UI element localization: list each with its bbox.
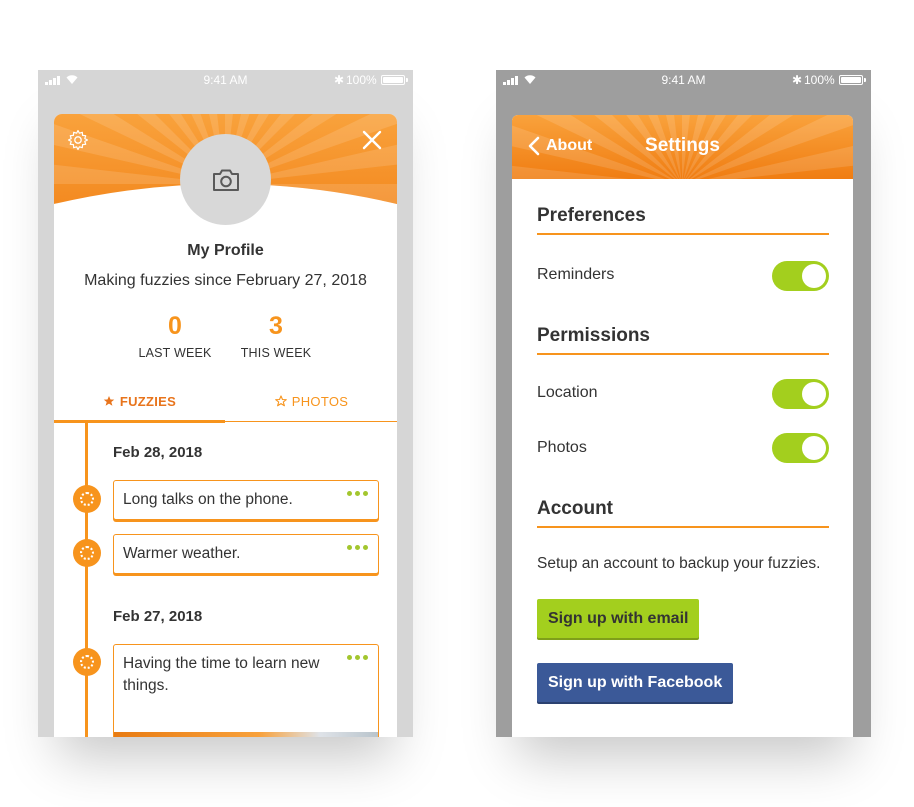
profile-title: My Profile — [187, 242, 264, 259]
tab-label: PHOTOS — [291, 393, 349, 409]
page-title: Settings — [645, 135, 720, 156]
gear-icon[interactable] — [66, 128, 90, 152]
fuzzy-entry[interactable]: Long talks on the phone. — [113, 480, 379, 520]
more-icon[interactable] — [347, 655, 368, 660]
entry-photo[interactable] — [114, 732, 378, 737]
stat-this-week: 3 THIS WEEK — [221, 310, 331, 360]
sun-icon — [73, 485, 101, 513]
photos-toggle[interactable] — [772, 433, 829, 463]
stat-value: 3 — [269, 312, 283, 340]
setting-label-location: Location — [537, 384, 598, 401]
profile-since: Making fuzzies since February 27, 2018 — [84, 272, 367, 289]
more-icon[interactable] — [347, 545, 368, 550]
settings-navbar: About Settings — [512, 115, 853, 179]
stat-label: THIS WEEK — [240, 346, 312, 360]
sun-icon — [73, 648, 101, 676]
avatar[interactable] — [180, 134, 271, 225]
star-outline-icon — [274, 395, 287, 407]
setting-label-reminders: Reminders — [537, 266, 615, 283]
settings-screen: 9:41 AM ✱ 100% About Settings Preference… — [496, 70, 871, 737]
battery-tip — [406, 78, 408, 82]
more-icon[interactable] — [347, 491, 368, 496]
stat-label: LAST WEEK — [138, 346, 212, 360]
stat-value: 0 — [168, 312, 182, 340]
sign-up-facebook-button[interactable]: Sign up with Facebook — [537, 663, 734, 702]
timeline-date: Feb 28, 2018 — [113, 444, 203, 461]
tab-photos[interactable]: PHOTOS — [226, 380, 397, 422]
battery-percent: 100% — [346, 73, 377, 87]
timeline-date: Feb 27, 2018 — [113, 608, 203, 625]
camera-icon — [212, 169, 239, 191]
entry-text: Long talks on the phone. — [123, 491, 293, 508]
timeline-line — [85, 422, 88, 737]
account-description: Setup an account to backup your fuzzies. — [537, 555, 821, 572]
battery-icon — [839, 75, 863, 85]
reminders-toggle[interactable] — [772, 261, 829, 291]
entry-text: Having the time to learn new things. — [123, 655, 320, 694]
tab-label: FUZZIES — [119, 393, 177, 409]
battery-tip — [864, 78, 866, 82]
tab-fuzzies[interactable]: FUZZIES — [54, 380, 225, 423]
settings-panel: About Settings Preferences Reminders Per… — [512, 115, 853, 737]
status-bar: 9:41 AM ✱ 100% — [496, 70, 871, 90]
battery-icon — [381, 75, 405, 85]
fuzzy-entry[interactable]: Warmer weather. — [113, 534, 379, 574]
section-title-preferences: Preferences — [537, 205, 829, 235]
sign-up-email-button[interactable]: Sign up with email — [537, 599, 700, 638]
profile-screen: 9:41 AM ✱ 100% My Profile Making fuzzies… — [38, 70, 413, 737]
section-title-account: Account — [537, 498, 829, 528]
setting-label-photos: Photos — [537, 439, 587, 456]
sun-icon — [73, 539, 101, 567]
profile-tabs: FUZZIES PHOTOS — [54, 380, 397, 423]
section-title-permissions: Permissions — [537, 325, 829, 355]
profile-header — [54, 114, 397, 254]
star-filled-icon — [103, 396, 115, 406]
location-toggle[interactable] — [772, 379, 829, 409]
status-bar: 9:41 AM ✱ 100% — [38, 70, 413, 90]
stat-last-week: 0 LAST WEEK — [120, 310, 230, 360]
bluetooth-icon: ✱ — [334, 73, 345, 87]
entry-text: Warmer weather. — [123, 545, 241, 562]
battery-percent: 100% — [804, 73, 835, 87]
bluetooth-icon: ✱ — [792, 73, 803, 87]
fuzzy-entry[interactable]: Having the time to learn new things. — [113, 644, 379, 737]
profile-card: My Profile Making fuzzies since February… — [54, 114, 397, 737]
close-icon[interactable] — [360, 128, 384, 152]
